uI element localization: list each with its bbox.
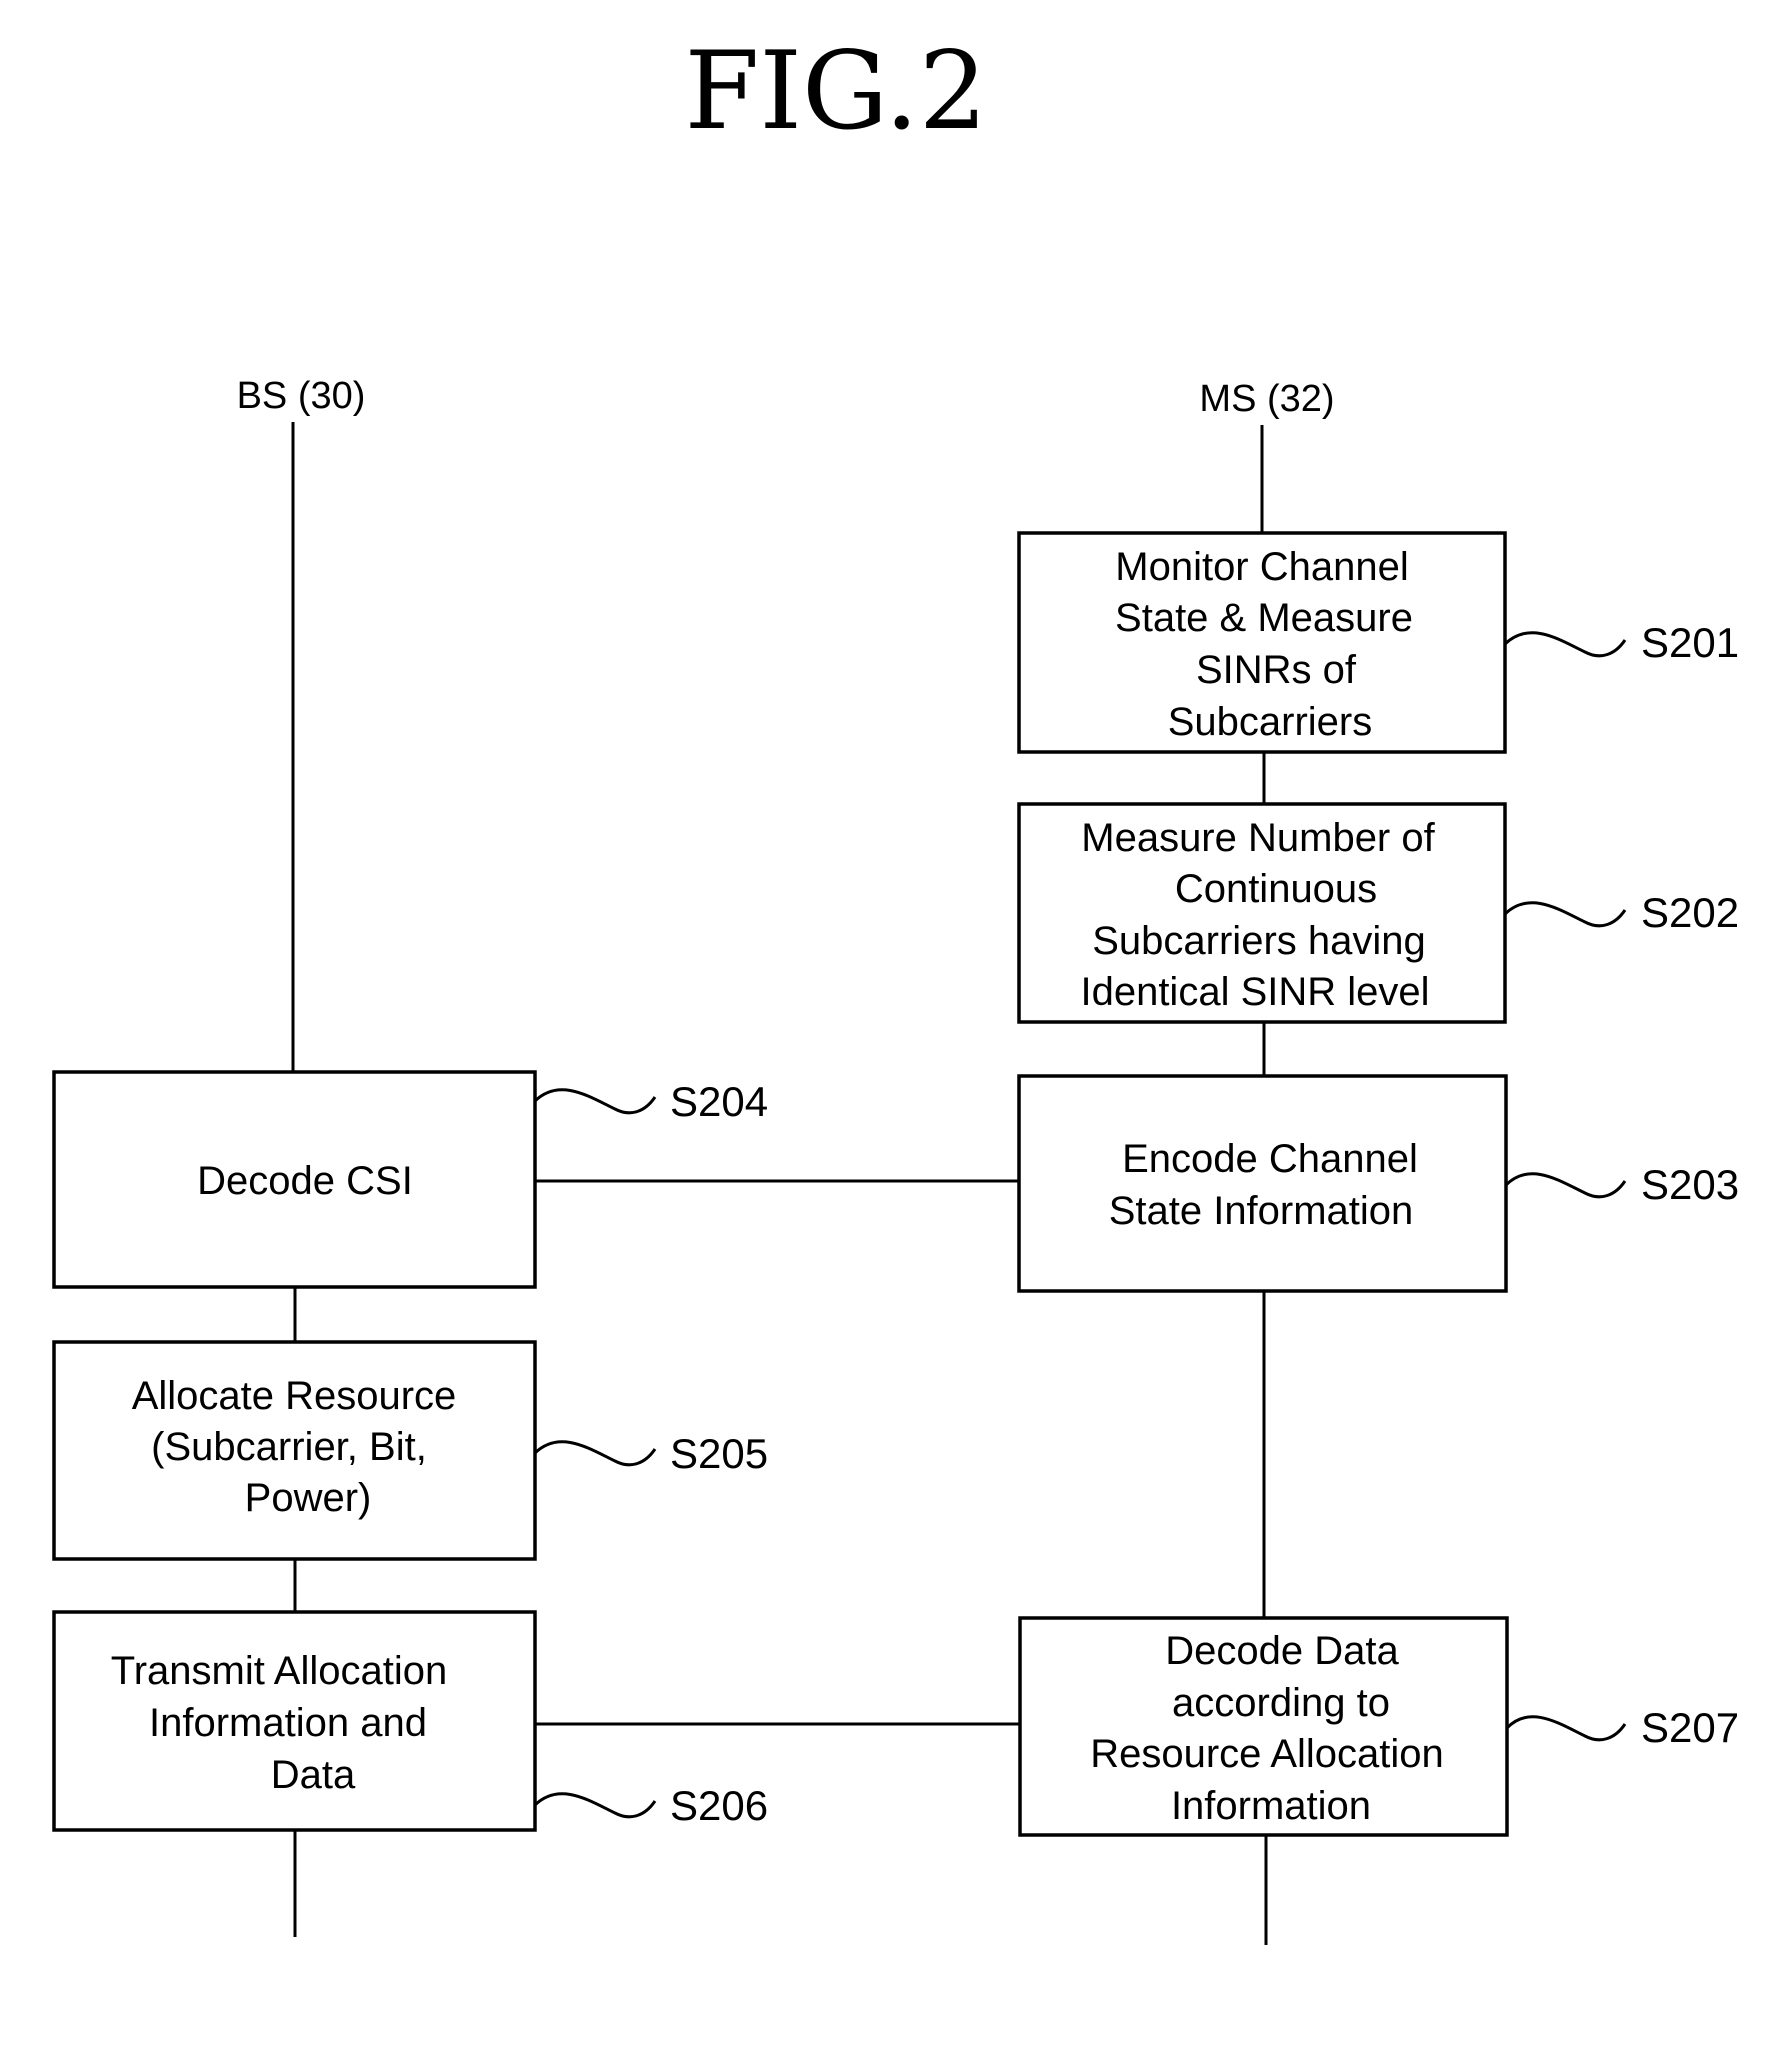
leader-line-s201 — [1503, 631, 1627, 658]
step-text-line: Data — [271, 1753, 356, 1797]
step-box-s206: Transmit Allocation Information and Data… — [52, 1610, 768, 1832]
leader-line-s204 — [533, 1088, 657, 1115]
step-text-line: Resource Allocation — [1090, 1732, 1444, 1776]
flow-diagram: FIG.2 BS (30) MS (32) Monitor Channel St… — [52, 29, 1739, 1945]
step-box-s201: Monitor Channel State & Measure SINRs of… — [1017, 531, 1739, 754]
step-text-line: State Information — [1109, 1189, 1414, 1233]
step-text-line: State & Measure — [1115, 596, 1413, 640]
leader-line-s206 — [533, 1792, 657, 1819]
leader-line-s207 — [1505, 1715, 1627, 1742]
step-label-s206: S206 — [670, 1782, 768, 1829]
step-box-s203: Encode Channel State Information S203 — [1017, 1074, 1739, 1293]
step-text-line: Encode Channel — [1122, 1137, 1418, 1181]
step-text-line: Information and — [149, 1701, 427, 1745]
step-box-s205: Allocate Resource (Subcarrier, Bit, Powe… — [52, 1340, 768, 1561]
step-text-line: Identical SINR level — [1080, 970, 1429, 1014]
step-text-line: Measure Number of — [1081, 816, 1435, 860]
step-box-s207: Decode Data according to Resource Alloca… — [1018, 1616, 1739, 1837]
step-text-line: Transmit Allocation — [111, 1649, 447, 1693]
leader-line-s202 — [1503, 901, 1627, 928]
step-label-s204: S204 — [670, 1078, 768, 1125]
step-box-frame — [1017, 1074, 1508, 1293]
leader-line-s203 — [1504, 1172, 1627, 1199]
step-box-s202: Measure Number of Continuous Subcarriers… — [1017, 802, 1739, 1024]
bs-lane-label: BS (30) — [237, 375, 366, 417]
step-text-line: SINRs of — [1196, 648, 1357, 692]
step-label-s202: S202 — [1641, 889, 1739, 936]
step-text-line: (Subcarrier, Bit, — [151, 1425, 427, 1469]
step-text-line: Monitor Channel — [1115, 545, 1409, 589]
step-label-s207: S207 — [1641, 1704, 1739, 1751]
step-text-line: Decode Data — [1165, 1629, 1399, 1673]
step-text-line: Decode CSI — [197, 1159, 413, 1203]
step-text-line: according to — [1172, 1681, 1390, 1725]
step-text-line: Allocate Resource — [132, 1374, 457, 1418]
ms-lane-label: MS (32) — [1199, 378, 1334, 420]
step-label-s205: S205 — [670, 1430, 768, 1477]
step-text-line: Subcarriers having — [1092, 919, 1426, 963]
step-text-line: Power) — [245, 1476, 372, 1520]
step-text-line: Subcarriers — [1168, 700, 1373, 744]
step-label-s203: S203 — [1641, 1161, 1739, 1208]
step-text-line: Information — [1171, 1784, 1371, 1828]
leader-line-s205 — [533, 1440, 657, 1467]
step-label-s201: S201 — [1641, 619, 1739, 666]
step-text-line: Continuous — [1175, 867, 1377, 911]
figure-title: FIG.2 — [684, 29, 987, 154]
